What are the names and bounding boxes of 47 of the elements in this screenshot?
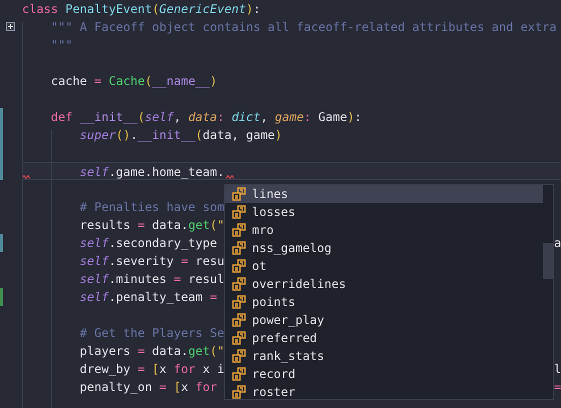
field-icon (232, 277, 246, 291)
completion-item[interactable]: lines (225, 185, 543, 203)
code-fragment: l (554, 361, 561, 378)
completion-item[interactable]: nss_gamelog (225, 239, 543, 257)
field-icon (232, 367, 246, 381)
code-fragment: a (554, 235, 561, 252)
code-line: def __init__(self, data: dict, game: Game): (50, 109, 362, 126)
completion-item[interactable]: overridelines (225, 275, 543, 293)
field-icon (232, 223, 246, 237)
code-line: self.severity = resu (80, 253, 224, 270)
field-icon (232, 349, 246, 363)
code-line: super().__init__(data, game) (80, 127, 282, 144)
code-comment: """ A Faceoff object contains all faceoff-related attributes and extra (50, 19, 557, 36)
completion-item[interactable]: roster (225, 383, 543, 399)
field-icon (232, 241, 246, 255)
fold-expand-icon[interactable] (6, 22, 15, 31)
field-icon (232, 331, 246, 345)
code-comment: # Get the Players Se (80, 325, 224, 342)
code-line: class PenaltyEvent(GenericEvent): (22, 1, 260, 18)
field-icon (232, 205, 246, 219)
code-comment: """ (50, 37, 73, 54)
code-line: self.minutes = resul (80, 271, 224, 288)
field-icon (232, 187, 246, 201)
completion-item[interactable]: losses (225, 203, 543, 221)
field-icon (232, 295, 246, 309)
code-comment: # Penalties have som (80, 199, 224, 216)
code-line: self.secondary_type (80, 235, 218, 252)
code-line: results = data.get(" (80, 217, 224, 234)
error-squiggle (226, 175, 234, 179)
error-squiggle (22, 175, 30, 179)
completion-item[interactable]: mro (225, 221, 543, 239)
completion-item[interactable]: points (225, 293, 543, 311)
code-line: self.penalty_team = (80, 289, 218, 306)
completion-item[interactable]: ot (225, 257, 543, 275)
completion-item[interactable]: record (225, 365, 543, 383)
completion-item[interactable]: preferred (225, 329, 543, 347)
code-line: players = data.get(" (80, 343, 224, 360)
code-fragment: = (554, 379, 561, 396)
code-line: drew_by = [x for x i (80, 361, 224, 378)
field-icon (232, 259, 246, 273)
code-line: self.game.home_team. (80, 164, 224, 179)
completion-item[interactable]: rank_stats (225, 347, 543, 365)
field-icon (232, 313, 246, 327)
code-line: penalty_on = [x for (80, 379, 218, 396)
scrollbar-thumb[interactable] (543, 243, 553, 279)
code-line: cache = Cache(__name__) (50, 73, 218, 90)
completion-item[interactable]: power_play (225, 311, 543, 329)
